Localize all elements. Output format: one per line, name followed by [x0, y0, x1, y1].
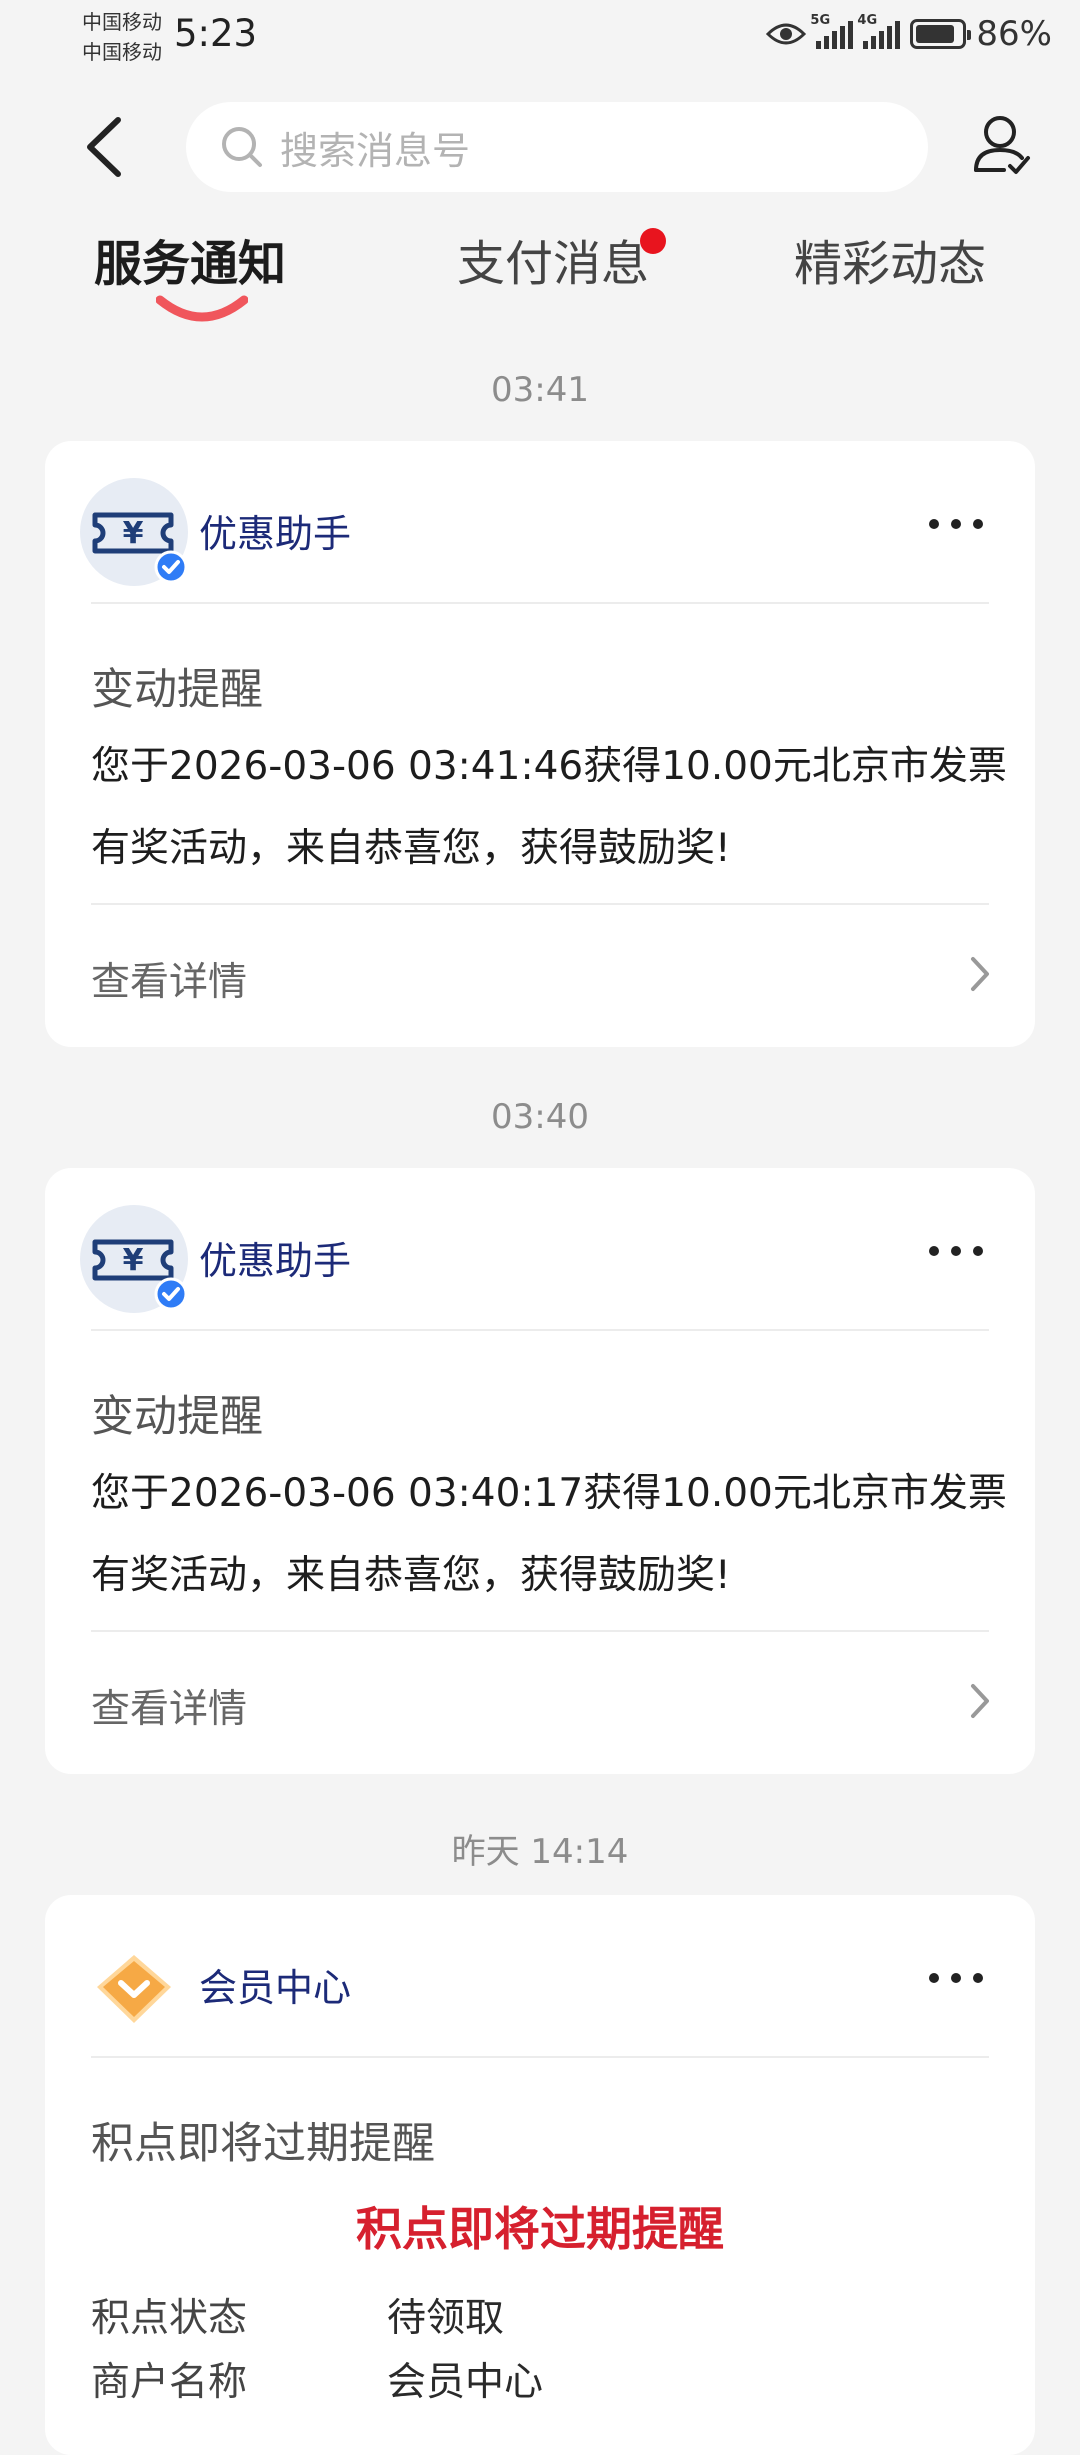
divider: [91, 2056, 989, 2058]
message-title: 变动提醒: [91, 1392, 263, 1442]
message-headline: 积点即将过期提醒: [356, 2202, 724, 2256]
sender-name[interactable]: 会员中心: [199, 1957, 351, 2012]
message-body: 您于2026-03-06 03:41:46获得10.00元北京市发票有奖活动，来…: [91, 744, 1007, 871]
message-title: 变动提醒: [91, 665, 263, 715]
sender-name[interactable]: 优惠助手: [199, 503, 351, 558]
field-value: 待领取: [387, 2296, 505, 2341]
chevron-right-icon: [971, 957, 989, 991]
message-card[interactable]: ¥ 优惠助手 变动提醒 您于2026-03-06 03:41:46获得10.00…: [45, 441, 1035, 1047]
message-time: 03:40: [491, 1097, 589, 1137]
divider: [91, 1630, 989, 1632]
tab-highlights[interactable]: 精彩动态: [794, 224, 986, 294]
view-details-link[interactable]: 查看详情: [91, 951, 247, 1007]
sender-name[interactable]: 优惠助手: [199, 1230, 351, 1285]
divider: [91, 1329, 989, 1331]
tab-service-notice[interactable]: 服务通知: [94, 224, 286, 294]
svg-text:¥: ¥: [123, 1243, 144, 1278]
battery-icon: [910, 19, 972, 49]
contact-settings-icon[interactable]: [972, 110, 1032, 180]
chevron-right-icon: [971, 1684, 989, 1718]
tab-payment-messages[interactable]: 支付消息: [457, 224, 649, 294]
coupon-assistant-avatar: ¥: [80, 478, 188, 586]
signal-4g-icon: 4G: [857, 13, 901, 49]
message-time: 03:41: [491, 370, 589, 410]
status-time: 5:23: [174, 12, 258, 55]
eye-icon: [766, 23, 807, 45]
more-options-icon[interactable]: [929, 1973, 983, 1983]
message-card[interactable]: 会员中心 积点即将过期提醒 积点即将过期提醒 积点状态 待领取 商户名称 会员中…: [45, 1895, 1035, 2455]
signal-5g-icon: 5G: [810, 13, 854, 49]
carrier-1: 中国移动: [82, 10, 162, 34]
more-options-icon[interactable]: [929, 1246, 983, 1256]
more-options-icon[interactable]: [929, 519, 983, 529]
view-details-link[interactable]: 查看详情: [91, 1678, 247, 1734]
message-card[interactable]: ¥ 优惠助手 变动提醒 您于2026-03-06 03:40:17获得10.00…: [45, 1168, 1035, 1774]
battery-percent: 86%: [976, 14, 1052, 54]
status-bar: 中国移动 中国移动 5:23 5G 4G 86%: [0, 0, 1080, 76]
field-row: 商户名称 会员中心: [91, 2351, 543, 2407]
unread-badge: [640, 228, 666, 254]
divider: [91, 602, 989, 604]
status-icons: 5G 4G 86%: [766, 13, 1052, 54]
search-input[interactable]: 搜索消息号: [186, 102, 928, 192]
divider: [91, 903, 989, 905]
search-placeholder: 搜索消息号: [280, 128, 471, 173]
carrier-labels: 中国移动 中国移动: [82, 7, 162, 67]
carrier-2: 中国移动: [82, 40, 162, 64]
field-key: 商户名称: [91, 2360, 248, 2405]
field-value: 会员中心: [387, 2360, 544, 2405]
search-icon: [222, 127, 262, 167]
message-title: 积点即将过期提醒: [91, 2119, 435, 2169]
member-center-avatar: [97, 1955, 171, 2023]
message-body: 您于2026-03-06 03:40:17获得10.00元北京市发票有奖活动，来…: [91, 1471, 1007, 1598]
field-key: 积点状态: [91, 2296, 248, 2341]
back-arrow-icon[interactable]: [80, 112, 130, 182]
svg-text:¥: ¥: [123, 516, 144, 551]
message-time: 昨天 14:14: [451, 1832, 629, 1872]
tab-active-indicator: [156, 295, 248, 322]
coupon-assistant-avatar: ¥: [80, 1205, 188, 1313]
field-row: 积点状态 待领取: [91, 2287, 504, 2343]
